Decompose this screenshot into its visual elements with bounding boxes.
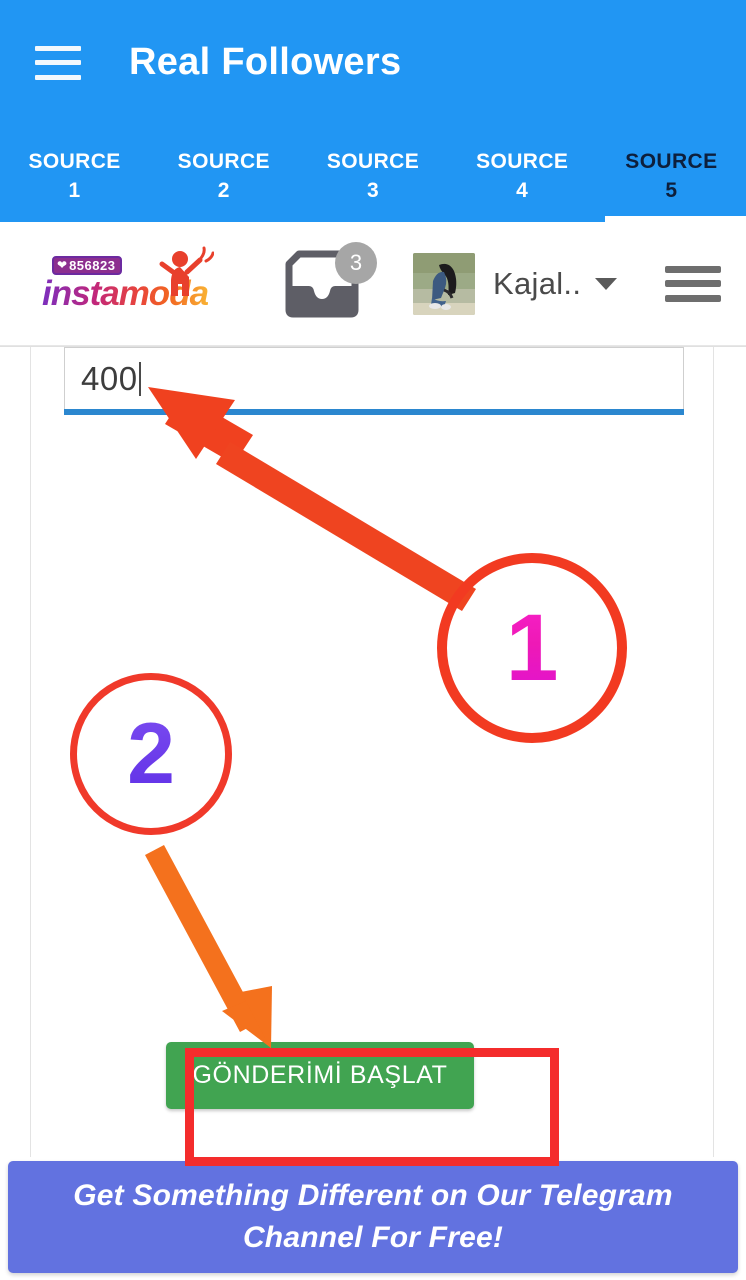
source-tabs: SOURCE 1 SOURCE 2 SOURCE 3 SOURCE 4 SOUR… xyxy=(0,125,746,222)
tab-label-line2: 3 xyxy=(366,178,380,202)
tab-label-line2: 2 xyxy=(217,178,230,202)
content-rail-right xyxy=(713,347,714,1157)
page-title: Real Followers xyxy=(129,41,402,83)
annotation-number-2: 2 xyxy=(127,706,175,802)
person-celebrating-icon xyxy=(159,246,214,296)
tab-source-1[interactable]: SOURCE 1 xyxy=(0,125,149,222)
logo-badge-count: 856823 xyxy=(69,257,116,273)
amount-input[interactable]: 400 xyxy=(64,347,684,409)
heart-icon: ❤ xyxy=(57,258,68,272)
logo-follower-badge: ❤ 856823 xyxy=(52,255,123,275)
annotation-number-1: 1 xyxy=(505,594,559,701)
tab-label-line1: SOURCE xyxy=(28,149,121,173)
annotation-circle-2: 2 xyxy=(70,673,232,835)
instamoda-logo[interactable]: ❤ 856823 instamoda xyxy=(36,246,231,318)
user-name-label: Kajal.. xyxy=(493,265,582,301)
inbox-badge-count: 3 xyxy=(335,241,377,284)
app-bar: Real Followers xyxy=(0,0,746,125)
telegram-promo-text: Get Something Different on Our Telegram … xyxy=(73,1179,673,1254)
annotation-highlight-box xyxy=(185,1048,559,1166)
tab-source-2[interactable]: SOURCE 2 xyxy=(149,125,298,222)
site-header: ❤ 856823 instamoda 3 Kajal.. xyxy=(0,222,746,346)
user-menu[interactable]: Kajal.. xyxy=(413,252,618,315)
hamburger-menu-icon[interactable] xyxy=(35,45,81,80)
form-card: 400 xyxy=(64,347,684,415)
tab-label-line2: 5 xyxy=(665,178,678,202)
tab-source-3[interactable]: SOURCE 3 xyxy=(298,125,447,222)
amount-input-focus-underline xyxy=(64,409,684,415)
tab-source-5[interactable]: SOURCE 5 xyxy=(597,125,746,222)
tab-source-4[interactable]: SOURCE 4 xyxy=(448,125,597,222)
inbox-button[interactable]: 3 xyxy=(279,241,377,322)
screen-root: Real Followers SOURCE 1 SOURCE 2 SOURCE … xyxy=(0,0,746,1280)
site-menu-icon[interactable] xyxy=(665,265,722,302)
tab-label-line1: SOURCE xyxy=(326,149,420,173)
chevron-down-icon xyxy=(595,277,618,290)
annotation-circle-1: 1 xyxy=(437,553,627,743)
tab-label-line2: 1 xyxy=(68,178,81,202)
tab-label-line1: SOURCE xyxy=(177,149,270,173)
text-cursor xyxy=(138,361,141,396)
tab-label-line1: SOURCE xyxy=(476,149,569,173)
telegram-promo-banner[interactable]: Get Something Different on Our Telegram … xyxy=(8,1161,738,1273)
user-avatar-photo xyxy=(413,252,475,315)
tab-label-line2: 4 xyxy=(516,178,529,202)
tab-label-line1: SOURCE xyxy=(625,149,718,173)
amount-input-value: 400 xyxy=(81,359,138,397)
content-rail-left xyxy=(30,347,31,1157)
